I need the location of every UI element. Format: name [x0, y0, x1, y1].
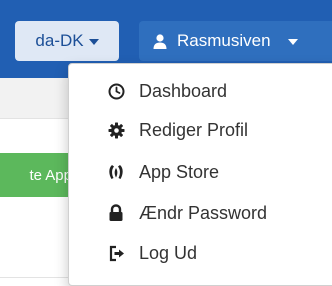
app-store-icon: [106, 162, 126, 182]
menu-item-label: Dashboard: [139, 80, 228, 101]
menu-item-label: App Store: [139, 161, 220, 182]
language-label: da-DK: [35, 31, 84, 50]
menu-item-label: Ændr Password: [139, 202, 268, 223]
chevron-down-icon: [287, 39, 298, 45]
menu-item-log-out[interactable]: Log Ud: [69, 234, 332, 272]
create-app-button[interactable]: te App: [0, 153, 78, 197]
user-dropdown-menu: Dashboard Rediger Profil App Store Ændr …: [68, 63, 332, 286]
menu-item-label: Rediger Profil: [139, 119, 249, 140]
dashboard-icon: [106, 81, 126, 101]
menu-item-label: Log Ud: [139, 242, 198, 263]
user-name: Rasmusiven: [177, 31, 271, 50]
language-dropdown-button[interactable]: da-DK: [15, 21, 119, 61]
chevron-down-icon: [88, 39, 99, 45]
sign-out-icon: [106, 243, 126, 263]
menu-item-app-store[interactable]: App Store: [69, 153, 332, 191]
menu-item-dashboard[interactable]: Dashboard: [69, 72, 332, 110]
user-menu-button[interactable]: Rasmusiven: [139, 21, 332, 61]
menu-item-edit-profile[interactable]: Rediger Profil: [69, 111, 332, 149]
menu-item-change-password[interactable]: Ændr Password: [69, 194, 332, 232]
gear-icon: [106, 120, 126, 140]
lock-icon: [106, 203, 126, 223]
create-app-label: te App: [29, 166, 72, 184]
user-icon: [153, 34, 167, 49]
